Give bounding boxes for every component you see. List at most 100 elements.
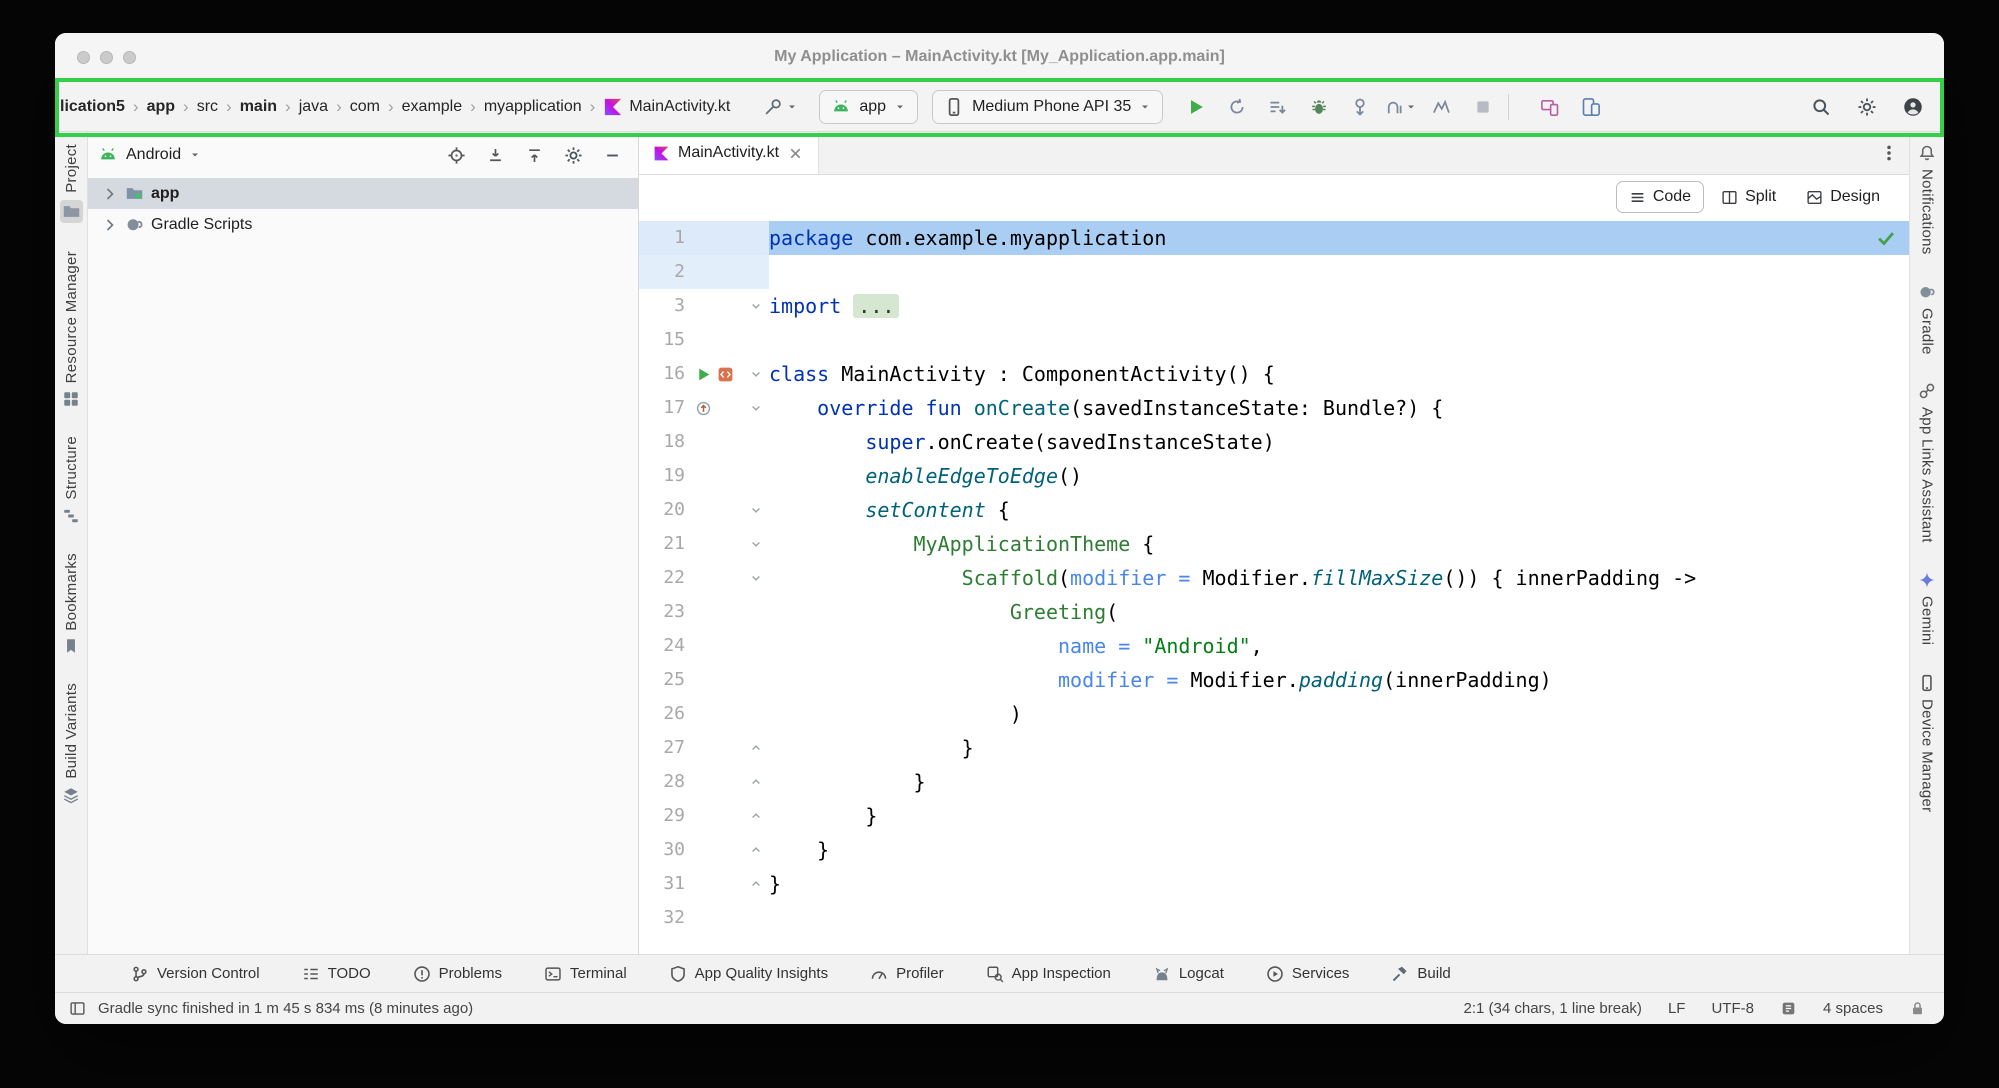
editor-tab-mainactivity[interactable]: MainActivity.kt	[639, 132, 819, 174]
run-config-selector[interactable]: app	[819, 90, 918, 124]
collapse-all-button[interactable]	[522, 143, 546, 167]
tool-stripe-notifications[interactable]: Notifications	[1918, 144, 1936, 255]
tool-stripe-gradle[interactable]: Gradle	[1918, 283, 1936, 355]
code-line-28[interactable]: 28 }	[639, 765, 1909, 799]
view-mode-split[interactable]: Split	[1708, 181, 1789, 213]
chevron-down-icon	[1405, 101, 1417, 113]
line-separator-widget[interactable]: LF	[1668, 1000, 1686, 1017]
tool-stripe-build-variants[interactable]: Build Variants	[62, 683, 80, 804]
caret-position-widget[interactable]: 2:1 (34 chars, 1 line break)	[1464, 1000, 1642, 1017]
view-mode-design[interactable]: Design	[1793, 181, 1893, 213]
code-line-3[interactable]: 3import ...	[639, 289, 1909, 323]
lock-icon[interactable]	[1909, 1000, 1926, 1017]
breadcrumb-item-com[interactable]: com	[350, 98, 380, 116]
code-line-1[interactable]: 1package com.example.myapplication	[639, 221, 1909, 255]
tool-stripe-project[interactable]: Project	[60, 144, 83, 223]
code-line-2[interactable]: 2	[639, 255, 1909, 289]
tool-window-services[interactable]: Services	[1266, 965, 1350, 983]
line-number: 1	[639, 221, 685, 255]
tool-window-version-control[interactable]: Version Control	[131, 965, 260, 983]
tool-window-build[interactable]: Build	[1391, 965, 1450, 983]
search-everywhere-button[interactable]	[1804, 91, 1838, 123]
code-line-23[interactable]: 23 Greeting(	[639, 595, 1909, 629]
profiler-button[interactable]	[1384, 91, 1418, 123]
expand-all-button[interactable]	[483, 143, 507, 167]
code-line-25[interactable]: 25 modifier = Modifier.padding(innerPadd…	[639, 663, 1909, 697]
user-profile-button[interactable]	[1896, 91, 1930, 123]
stop-button[interactable]	[1466, 91, 1500, 123]
panel-options-button[interactable]	[561, 143, 585, 167]
tool-window-logcat[interactable]: Logcat	[1153, 965, 1224, 983]
tab-options-icon[interactable]	[1879, 143, 1899, 163]
code-line-26[interactable]: 26 )	[639, 697, 1909, 731]
tool-stripe-bookmarks[interactable]: Bookmarks	[62, 553, 80, 656]
tool-window-layout-icon[interactable]	[69, 1000, 86, 1017]
tool-stripe-device-manager[interactable]: Device Manager	[1918, 674, 1936, 812]
device-manager-icon	[1918, 674, 1936, 692]
device-selector[interactable]: Medium Phone API 35	[932, 90, 1163, 124]
breadcrumb-item-lication5[interactable]: lication5	[60, 98, 125, 116]
code-line-32[interactable]: 32	[639, 901, 1909, 935]
encoding-widget[interactable]: UTF-8	[1711, 1000, 1754, 1017]
breadcrumb-item-src[interactable]: src	[197, 98, 218, 116]
tool-stripe-resource-manager[interactable]: Resource Manager	[62, 251, 80, 408]
tool-stripe-gemini[interactable]: Gemini	[1918, 571, 1936, 645]
code-line-15[interactable]: 15	[639, 323, 1909, 357]
view-mode-code[interactable]: Code	[1616, 181, 1704, 213]
minimize-window-button[interactable]	[100, 51, 113, 64]
gutter-icons	[685, 629, 743, 663]
run-button[interactable]	[1179, 91, 1213, 123]
hide-panel-button[interactable]	[600, 143, 624, 167]
tool-window-problems[interactable]: Problems	[413, 965, 502, 983]
profile-benchmark-button[interactable]	[1425, 91, 1459, 123]
code-line-21[interactable]: 21 MyApplicationTheme {	[639, 527, 1909, 561]
close-tab-icon[interactable]	[787, 145, 804, 162]
reader-mode-icon[interactable]	[1780, 1000, 1797, 1017]
tree-item-gradle-scripts[interactable]: Gradle Scripts	[88, 209, 638, 240]
attach-debugger-button[interactable]	[1343, 91, 1377, 123]
code-line-16[interactable]: 16class MainActivity : ComponentActivity…	[639, 357, 1909, 391]
code-line-24[interactable]: 24 name = "Android",	[639, 629, 1909, 663]
tool-window-todo[interactable]: TODO	[302, 965, 371, 983]
tool-stripe-structure[interactable]: Structure	[62, 436, 80, 525]
code-editor[interactable]: 1package com.example.myapplication23impo…	[639, 219, 1909, 954]
run-config-label: app	[859, 98, 886, 116]
code-line-31[interactable]: 31}	[639, 867, 1909, 901]
code-line-22[interactable]: 22 Scaffold(modifier = Modifier.fillMaxS…	[639, 561, 1909, 595]
tool-window-app-quality-insights[interactable]: App Quality Insights	[669, 965, 828, 983]
indent-widget[interactable]: 4 spaces	[1823, 1000, 1883, 1017]
breadcrumb-item-example[interactable]: example	[402, 98, 462, 116]
debug-button[interactable]	[1302, 91, 1336, 123]
code-line-20[interactable]: 20 setContent {	[639, 493, 1909, 527]
running-devices-button[interactable]	[1574, 91, 1608, 123]
tree-item-app[interactable]: app	[88, 178, 638, 209]
settings-button[interactable]	[1850, 91, 1884, 123]
breadcrumb-item-mainactivity-kt[interactable]: MainActivity.kt	[603, 97, 730, 117]
line-number: 30	[639, 833, 685, 867]
apply-changes-button[interactable]	[1220, 91, 1254, 123]
code-line-19[interactable]: 19 enableEdgeToEdge()	[639, 459, 1909, 493]
breadcrumb-item-java[interactable]: java	[299, 98, 328, 116]
tool-window-app-inspection[interactable]: App Inspection	[986, 965, 1111, 983]
code-text: class MainActivity : ComponentActivity()…	[769, 357, 1909, 391]
code-line-17[interactable]: 17 override fun onCreate(savedInstanceSt…	[639, 391, 1909, 425]
breadcrumb-item-myapplication[interactable]: myapplication	[484, 98, 582, 116]
zoom-window-button[interactable]	[123, 51, 136, 64]
code-line-30[interactable]: 30 }	[639, 833, 1909, 867]
build-menu-button[interactable]	[756, 91, 805, 123]
tool-window-profiler[interactable]: Profiler	[870, 965, 944, 983]
code-line-27[interactable]: 27 }	[639, 731, 1909, 765]
mirror-device-button[interactable]	[1533, 91, 1567, 123]
inspection-status-icon[interactable]	[1875, 227, 1897, 249]
breadcrumb-item-main[interactable]: main	[240, 98, 277, 116]
breadcrumb-item-app[interactable]: app	[147, 98, 175, 116]
status-message[interactable]: Gradle sync finished in 1 m 45 s 834 ms …	[98, 1000, 473, 1017]
close-window-button[interactable]	[77, 51, 90, 64]
locate-file-button[interactable]	[444, 143, 468, 167]
tool-window-terminal[interactable]: Terminal	[544, 965, 627, 983]
code-line-18[interactable]: 18 super.onCreate(savedInstanceState)	[639, 425, 1909, 459]
apply-code-changes-button[interactable]	[1261, 91, 1295, 123]
code-line-29[interactable]: 29 }	[639, 799, 1909, 833]
tool-stripe-app-links-assistant[interactable]: App Links Assistant	[1918, 382, 1936, 543]
project-view-selector[interactable]: Android	[98, 145, 201, 165]
